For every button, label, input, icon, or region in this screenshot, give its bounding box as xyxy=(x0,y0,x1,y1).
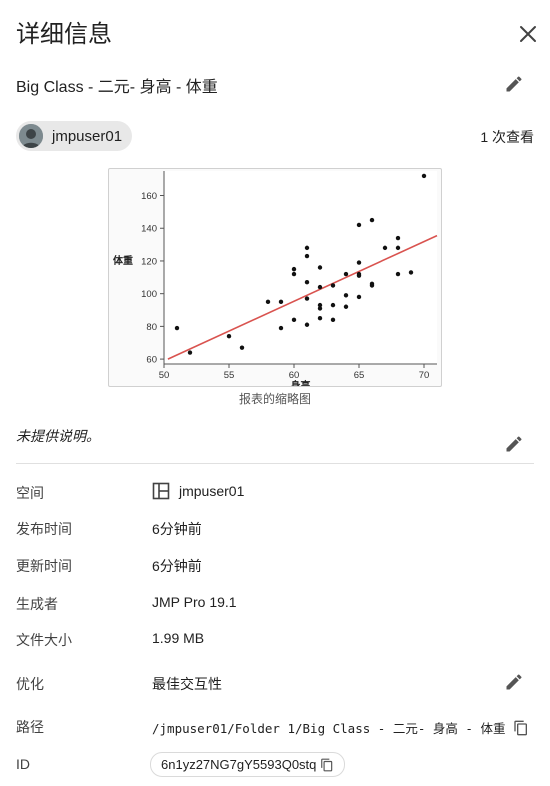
space-icon xyxy=(152,482,170,500)
data-point xyxy=(356,273,362,278)
x-axis-label: 身高 xyxy=(291,379,311,387)
updated-value: 6分钟前 xyxy=(152,558,202,574)
data-point xyxy=(395,271,401,277)
data-point xyxy=(421,173,427,179)
data-point xyxy=(395,235,401,241)
data-point xyxy=(369,217,375,223)
space-label: 空间 xyxy=(16,485,44,501)
y-tick-label: 80 xyxy=(146,322,157,333)
data-point xyxy=(343,304,349,309)
data-point xyxy=(265,299,271,305)
data-point xyxy=(395,245,401,251)
report-title: Big Class - 二元- 身高 - 体重 xyxy=(16,79,218,96)
pencil-icon xyxy=(506,674,522,690)
data-point xyxy=(304,245,310,251)
data-point xyxy=(408,270,414,275)
path-label: 路径 xyxy=(16,719,44,735)
data-point xyxy=(304,322,310,327)
divider xyxy=(16,463,534,464)
data-point xyxy=(317,316,323,321)
panel-title: 详细信息 xyxy=(16,21,112,48)
x-tick-label: 50 xyxy=(159,370,170,381)
data-point xyxy=(304,253,310,259)
close-icon xyxy=(520,26,536,42)
data-point xyxy=(356,260,362,265)
report-thumbnail[interactable]: 60 80 100 120 140 160 50 55 60 65 70 体重身高 xyxy=(108,168,442,387)
space-name: jmpuser01 xyxy=(179,483,245,499)
data-point xyxy=(369,283,375,288)
y-tick-label: 120 xyxy=(141,256,157,267)
data-point xyxy=(291,266,297,272)
optimization-label: 优化 xyxy=(16,676,44,692)
generator-value: JMP Pro 19.1 xyxy=(152,594,237,610)
published-value: 6分钟前 xyxy=(152,521,202,537)
space-value[interactable]: jmpuser01 xyxy=(152,482,244,500)
person-avatar-icon xyxy=(19,124,43,148)
thumbnail-caption: 报表的缩略图 xyxy=(238,392,311,406)
data-point xyxy=(317,284,323,290)
file-size-value: 1.99 MB xyxy=(152,630,205,646)
data-point xyxy=(330,283,336,288)
data-point xyxy=(174,325,180,331)
data-point xyxy=(356,294,362,300)
x-tick-label: 55 xyxy=(224,370,235,381)
optimization-value: 最佳交互性 xyxy=(152,676,222,692)
y-axis-label: 体重 xyxy=(113,254,133,267)
owner-chip[interactable]: jmpuser01 xyxy=(16,121,132,151)
data-point xyxy=(382,245,388,251)
id-value: 6n1yz27NG7gY5593Q0stq xyxy=(161,757,317,772)
close-button[interactable] xyxy=(514,20,542,48)
data-point xyxy=(356,222,362,228)
id-chip[interactable]: 6n1yz27NG7gY5593Q0stq xyxy=(150,752,346,777)
data-point xyxy=(226,333,232,339)
data-point xyxy=(343,293,349,298)
copy-icon[interactable] xyxy=(320,758,334,772)
path-text: /jmpuser01/Folder 1/Big Class - 二元- 身高 -… xyxy=(152,721,506,736)
path-value: /jmpuser01/Folder 1/Big Class - 二元- 身高 -… xyxy=(152,718,529,737)
x-tick-label: 60 xyxy=(289,370,300,381)
id-label: ID xyxy=(16,756,30,772)
y-tick-label: 60 xyxy=(146,355,157,366)
scatter-chart: 60 80 100 120 140 160 50 55 60 65 70 体重身高 xyxy=(113,171,438,387)
data-point xyxy=(291,317,297,323)
y-tick-label: 160 xyxy=(141,191,157,202)
edit-optimization-button[interactable] xyxy=(502,670,526,694)
data-point xyxy=(187,350,193,355)
avatar xyxy=(19,124,43,148)
description-text: 未提供说明。 xyxy=(16,428,100,444)
data-point xyxy=(239,345,245,350)
copy-icon[interactable] xyxy=(513,720,529,736)
data-point xyxy=(304,296,310,301)
data-point xyxy=(330,317,336,323)
y-tick-label: 100 xyxy=(141,289,157,300)
view-count: 1 次查看 xyxy=(480,129,534,145)
edit-description-button[interactable] xyxy=(502,432,526,456)
data-point xyxy=(278,299,284,305)
x-tick-label: 70 xyxy=(419,370,430,381)
data-point xyxy=(317,306,323,311)
edit-title-button[interactable] xyxy=(502,72,526,96)
pencil-icon xyxy=(506,436,522,452)
pencil-icon xyxy=(506,76,522,92)
data-point xyxy=(291,271,297,277)
updated-label: 更新时间 xyxy=(16,558,72,574)
owner-name: jmpuser01 xyxy=(52,127,123,145)
generator-label: 生成者 xyxy=(16,596,58,612)
x-tick-label: 65 xyxy=(354,370,365,381)
data-point xyxy=(304,280,310,285)
y-tick-label: 140 xyxy=(141,224,157,235)
data-point xyxy=(343,271,349,277)
data-point xyxy=(317,265,323,270)
data-point xyxy=(278,325,284,331)
data-point xyxy=(330,302,336,308)
plot-area xyxy=(164,171,437,364)
published-label: 发布时间 xyxy=(16,521,72,537)
file-size-label: 文件大小 xyxy=(16,632,72,648)
